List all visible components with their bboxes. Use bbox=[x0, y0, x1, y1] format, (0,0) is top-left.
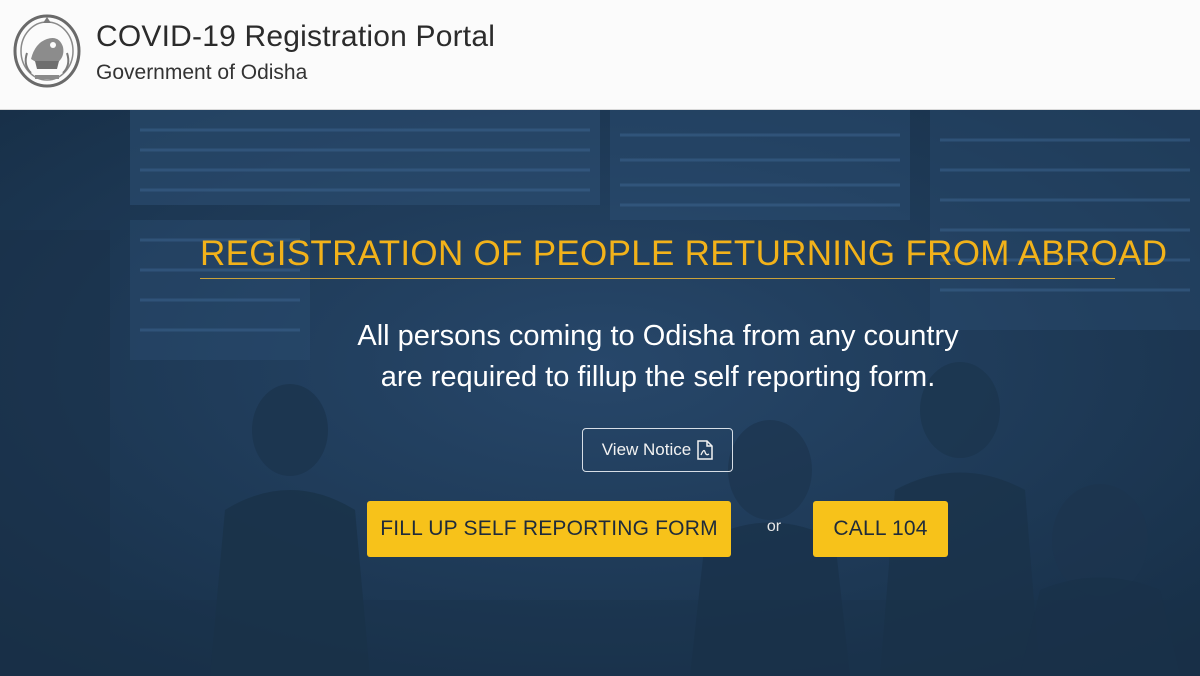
description-line-2: are required to fillup the self reportin… bbox=[380, 361, 936, 393]
portal-title: COVID-19 Registration Portal bbox=[96, 20, 496, 53]
view-notice-label: View Notice bbox=[601, 440, 692, 459]
heading-divider bbox=[200, 278, 1115, 279]
registration-description: All persons coming to Odisha from any co… bbox=[258, 316, 1058, 398]
pdf-icon bbox=[697, 440, 713, 460]
hero-banner: REGISTRATION OF PEOPLE RETURNING FROM AB… bbox=[0, 110, 1200, 676]
portal-subtitle: Government of Odisha bbox=[96, 61, 308, 84]
or-separator: or bbox=[766, 518, 782, 535]
odisha-emblem-icon[interactable] bbox=[13, 13, 81, 89]
description-line-1: All persons coming to Odisha from any co… bbox=[357, 320, 959, 352]
call-104-button[interactable]: CALL 104 bbox=[813, 501, 948, 557]
fill-self-reporting-form-button[interactable]: FILL UP SELF REPORTING FORM bbox=[367, 501, 731, 557]
registration-heading: REGISTRATION OF PEOPLE RETURNING FROM AB… bbox=[200, 234, 1168, 273]
view-notice-button[interactable]: View Notice bbox=[582, 428, 733, 472]
site-header: COVID-19 Registration Portal Government … bbox=[0, 0, 1200, 110]
